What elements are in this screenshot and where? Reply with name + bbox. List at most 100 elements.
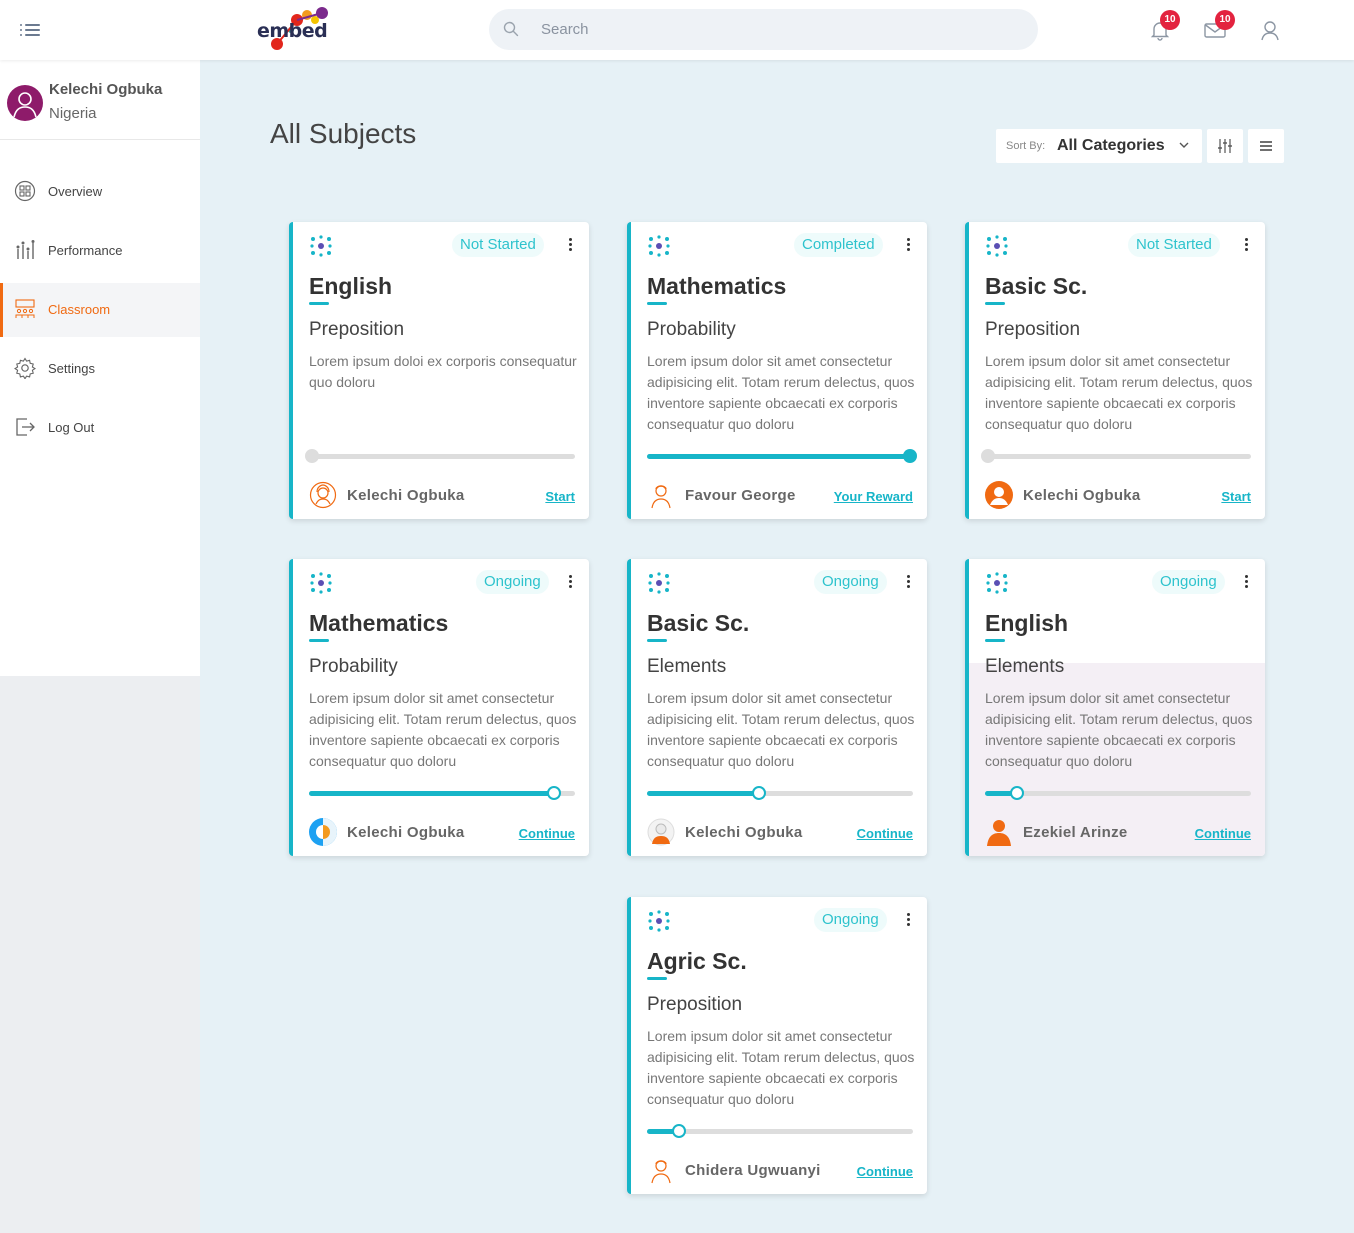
progress-bar (981, 449, 1251, 463)
instructor-name: Kelechi Ogbuka (1023, 487, 1141, 504)
filter-button[interactable] (1207, 129, 1243, 163)
subject-card[interactable]: Not Started Basic Sc. Preposition Lorem ips… (965, 222, 1265, 519)
progress-bar (309, 786, 575, 800)
subject-logo-icon (647, 234, 671, 258)
profile-button[interactable] (1258, 18, 1282, 42)
progress-bar (647, 1124, 913, 1138)
top-bar: embed 10 10 (0, 0, 1354, 60)
subject-card[interactable]: Not Started English Preposition Lorem ipsum… (289, 222, 589, 519)
subject-title: Mathematics (309, 610, 449, 636)
sort-label: Sort By: (1006, 140, 1046, 152)
progress-knob (1010, 786, 1024, 800)
sidebar-item-label: Performance (48, 243, 123, 258)
status-badge: Ongoing (814, 908, 887, 932)
sidebar-item-label: Classroom (48, 302, 111, 317)
sidebar-item-overview[interactable]: Overview (0, 165, 200, 219)
avatar (647, 818, 675, 846)
more-options-icon[interactable] (569, 575, 573, 589)
notifications-button[interactable]: 10 (1148, 10, 1180, 42)
subject-logo-icon (647, 909, 671, 933)
progress-knob (672, 1124, 686, 1138)
status-badge: Not Started (452, 233, 544, 257)
topic-title: Probability (309, 656, 398, 677)
progress-bar (305, 449, 575, 463)
more-options-icon[interactable] (907, 913, 911, 927)
messages-badge: 10 (1215, 10, 1235, 30)
more-options-icon[interactable] (1245, 238, 1249, 252)
more-options-icon[interactable] (907, 238, 911, 252)
sidebar-item-settings[interactable]: Settings (0, 342, 200, 396)
status-badge: Ongoing (814, 570, 887, 594)
notifications-badge: 10 (1160, 10, 1180, 30)
subject-description: Lorem ipsum dolor sit amet consectetur a… (309, 690, 577, 769)
progress-knob (981, 449, 995, 463)
card-action-link[interactable]: Your Reward (834, 489, 913, 504)
subject-description: Lorem ipsum dolor sit amet consectetur a… (647, 1028, 915, 1107)
title-underline (647, 639, 667, 642)
sidebar-item-performance[interactable]: Performance (0, 224, 200, 278)
search-icon (503, 21, 519, 37)
subject-description: Lorem ipsum doloi ex corporis consequatu… (309, 353, 577, 390)
logo-text: embed (257, 20, 328, 42)
subject-title: Basic Sc. (647, 610, 750, 636)
sliders-icon (1218, 139, 1232, 153)
sidebar: Kelechi Ogbuka Nigeria Overview Performa… (0, 60, 200, 676)
subject-title: Basic Sc. (985, 273, 1088, 299)
chevron-down-icon (1179, 142, 1189, 148)
subject-title: English (309, 273, 393, 299)
user-profile[interactable]: Kelechi Ogbuka Nigeria (0, 60, 200, 140)
list-view-button[interactable] (1248, 129, 1284, 163)
subject-title: Agric Sc. (647, 948, 747, 974)
user-country: Nigeria (49, 105, 97, 122)
status-badge: Ongoing (476, 570, 549, 594)
instructor-name: Kelechi Ogbuka (685, 824, 803, 841)
avatar (647, 481, 675, 509)
menu-icon[interactable] (20, 22, 40, 38)
instructor-name: Favour George (685, 487, 796, 504)
embed-logo[interactable]: embed (255, 6, 335, 52)
search-input[interactable] (541, 9, 1021, 50)
topic-title: Preposition (309, 319, 405, 340)
subject-card[interactable]: Ongoing Agric Sc. Preposition Lorem ipsum d… (627, 897, 927, 1194)
subject-card[interactable]: Ongoing Basic Sc. Elements Lorem ipsum dolo… (627, 559, 927, 856)
classroom-icon (15, 299, 35, 318)
progress-fill (647, 454, 913, 459)
avatar (647, 1156, 675, 1184)
status-badge: Ongoing (1152, 570, 1225, 594)
topic-title: Elements (647, 656, 727, 677)
subject-description: Lorem ipsum dolor sit amet consectetur a… (985, 690, 1253, 769)
more-options-icon[interactable] (569, 238, 573, 252)
sidebar-item-classroom[interactable]: Classroom (0, 283, 200, 337)
card-action-link[interactable]: Continue (1195, 826, 1251, 841)
subject-card[interactable]: Ongoing English Elements Lorem ipsum dolor … (965, 559, 1265, 856)
card-action-link[interactable]: Continue (519, 826, 575, 841)
subject-card[interactable]: Completed Mathematics Probability Lorem ips… (627, 222, 927, 519)
card-action-link[interactable]: Continue (857, 826, 913, 841)
search-bar[interactable] (489, 9, 1038, 50)
more-options-icon[interactable] (907, 575, 911, 589)
avatar (309, 481, 337, 509)
subject-card[interactable]: Ongoing Mathematics Probability Lorem ipsum… (289, 559, 589, 856)
progress-fill (309, 791, 554, 796)
avatar (985, 818, 1013, 846)
subject-title: English (985, 610, 1069, 636)
progress-bar (647, 449, 917, 463)
title-underline (647, 302, 667, 305)
card-action-link[interactable]: Continue (857, 1164, 913, 1179)
sidebar-item-label: Overview (48, 184, 103, 199)
sidebar-background (0, 676, 200, 1233)
sidebar-item-label: Settings (48, 361, 95, 376)
status-badge: Completed (794, 233, 883, 257)
progress-knob (903, 449, 917, 463)
sidebar-item-logout[interactable]: Log Out (0, 401, 200, 455)
avatar (309, 818, 337, 846)
card-action-link[interactable]: Start (545, 489, 575, 504)
card-action-link[interactable]: Start (1221, 489, 1251, 504)
messages-button[interactable]: 10 (1203, 10, 1235, 42)
gear-icon (14, 357, 36, 379)
subject-logo-icon (309, 571, 333, 595)
sort-dropdown[interactable]: Sort By: All Categories (996, 129, 1202, 163)
page-title: All Subjects (270, 118, 417, 149)
topic-title: Preposition (985, 319, 1081, 340)
more-options-icon[interactable] (1245, 575, 1249, 589)
